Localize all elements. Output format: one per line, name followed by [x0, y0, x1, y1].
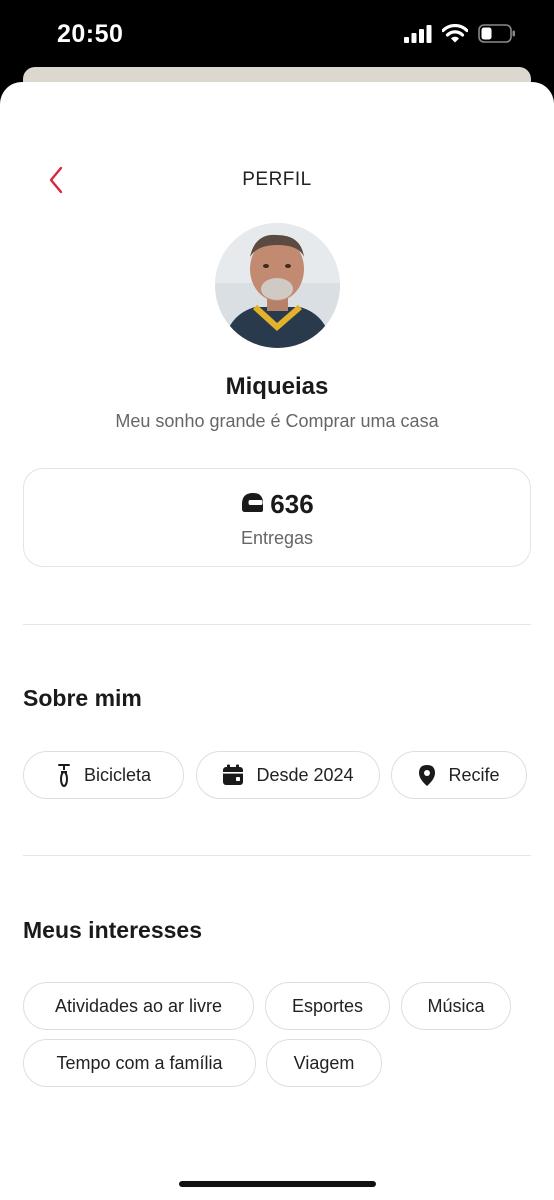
interest-chip[interactable]: Esportes [265, 982, 390, 1030]
chip-city[interactable]: Recife [391, 751, 527, 799]
page-title: PERFIL [242, 169, 312, 190]
interest-chip-label: Música [427, 995, 485, 1016]
interest-chip-label: Viagem [293, 1052, 355, 1073]
interest-chip[interactable]: Atividades ao ar livre [23, 982, 254, 1030]
bicycle-icon [56, 763, 72, 787]
chip-since-label: Desde 2024 [256, 764, 354, 785]
cellular-signal-icon [404, 24, 432, 48]
chip-city-label: Recife [448, 764, 500, 785]
wifi-icon [441, 23, 469, 48]
divider [23, 624, 531, 625]
interest-chip[interactable]: Música [401, 982, 511, 1030]
location-pin-icon [418, 764, 436, 787]
avatar [215, 223, 340, 348]
deliveries-value-row: 636 [24, 489, 530, 520]
deliveries-count: 636 [270, 489, 314, 519]
interest-chip[interactable]: Tempo com a família [23, 1039, 256, 1087]
battery-icon [478, 24, 516, 48]
divider [23, 855, 531, 856]
interests-section-title: Meus interesses [23, 917, 202, 943]
status-time: 20:50 [57, 20, 124, 48]
deliveries-card: 636 Entregas [23, 468, 531, 567]
profile-bio: Meu sonho grande é Comprar uma casa [115, 411, 439, 431]
home-indicator[interactable] [179, 1181, 376, 1187]
status-icons [404, 23, 516, 48]
profile-sheet: PERFIL Miqueias Meu sonho grande é Compr… [0, 82, 554, 1200]
deliveries-label: Entregas [240, 528, 314, 548]
interest-chip-label: Tempo com a família [56, 1052, 223, 1073]
calendar-icon [222, 764, 244, 786]
interest-chip[interactable]: Viagem [266, 1039, 382, 1087]
about-section-title: Sobre mim [23, 685, 142, 711]
chip-since[interactable]: Desde 2024 [196, 751, 380, 799]
chip-vehicle[interactable]: Bicicleta [23, 751, 184, 799]
helmet-icon [240, 491, 264, 518]
interest-chip-label: Atividades ao ar livre [54, 995, 223, 1016]
interest-chip-label: Esportes [291, 995, 364, 1016]
chip-vehicle-label: Bicicleta [83, 764, 152, 785]
profile-name: Miqueias [225, 373, 329, 400]
